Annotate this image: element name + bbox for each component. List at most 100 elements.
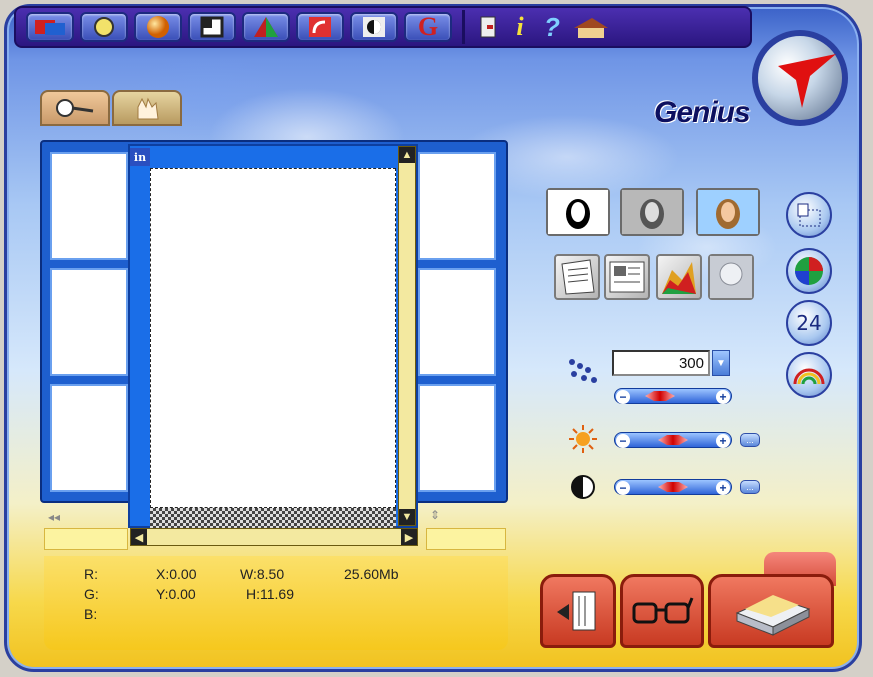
thumbnail-slot[interactable] xyxy=(418,152,496,260)
increase-icon[interactable]: + xyxy=(716,434,730,448)
preview-button[interactable] xyxy=(620,574,704,648)
triangle-button[interactable] xyxy=(242,12,290,42)
contrast-button[interactable] xyxy=(350,12,398,42)
bit-depth-label: 24 xyxy=(796,311,822,335)
brightness-icon xyxy=(569,425,597,453)
tab-zoom[interactable] xyxy=(40,90,110,126)
unit-label: in xyxy=(130,148,150,166)
color-adjust-button[interactable] xyxy=(786,248,832,294)
home-icon xyxy=(574,18,608,38)
brightness-more-button[interactable]: ... xyxy=(740,433,760,447)
vertical-scrollbar[interactable]: ▲ ▼ xyxy=(398,146,416,526)
contrast-icon xyxy=(571,475,595,499)
increase-icon[interactable]: + xyxy=(716,390,730,404)
color-photo-button[interactable] xyxy=(696,188,760,236)
scan-icon xyxy=(35,20,65,35)
settings-button[interactable] xyxy=(80,12,128,42)
scan-area-icon xyxy=(797,203,821,227)
magnifier-icon xyxy=(56,99,94,117)
contrast-slider[interactable]: − + xyxy=(614,479,732,495)
gray-photo-button[interactable] xyxy=(620,188,684,236)
info-button[interactable]: i xyxy=(507,12,533,42)
exit-door-icon xyxy=(557,591,596,631)
info-icon: i xyxy=(516,12,524,41)
scan-area-button[interactable] xyxy=(786,192,832,238)
help-icon: ? xyxy=(544,11,560,42)
preview-tabs xyxy=(40,90,182,126)
top-toolbar: G i ? xyxy=(14,6,752,48)
brightness-slider[interactable]: − + xyxy=(614,432,732,448)
resolution-slider[interactable]: − + xyxy=(614,388,732,404)
r-label: R: xyxy=(84,566,98,582)
bw-photo-button[interactable] xyxy=(546,188,610,236)
decrease-icon[interactable]: − xyxy=(616,390,630,404)
rainbow-icon xyxy=(793,368,825,385)
height-value: H:11.69 xyxy=(246,586,294,602)
x-value: X:0.00 xyxy=(156,566,197,582)
text-mode-button[interactable] xyxy=(554,254,600,300)
glasses-icon xyxy=(632,597,694,624)
width-value: W:8.50 xyxy=(240,566,285,582)
exit-button[interactable] xyxy=(475,12,501,42)
newspaper-icon xyxy=(609,261,645,293)
home-button[interactable] xyxy=(571,12,611,42)
scroll-up-arrow-icon[interactable]: ▲ xyxy=(399,147,415,163)
scroll-left-arrow-icon[interactable]: ◀ xyxy=(131,529,147,545)
slider-thumb[interactable] xyxy=(645,391,675,401)
ruler-up-down-icon: ⇕ xyxy=(430,508,441,522)
thumbnail-slot[interactable] xyxy=(418,384,496,492)
slider-thumb[interactable] xyxy=(658,435,688,445)
gray-photo-icon xyxy=(622,190,682,234)
scan-start-button[interactable] xyxy=(708,574,834,648)
frame-button[interactable] xyxy=(188,12,236,42)
exit-icon xyxy=(480,16,496,38)
y-value: Y:0.00 xyxy=(156,586,196,602)
contrast-more-button[interactable]: ... xyxy=(740,480,760,494)
thumbnail-slot[interactable] xyxy=(50,152,128,260)
increase-icon[interactable]: + xyxy=(716,481,730,495)
scan-button[interactable] xyxy=(26,12,74,42)
decrease-icon[interactable]: − xyxy=(616,434,630,448)
help-button[interactable]: ? xyxy=(539,12,565,42)
graphics-mode-button[interactable] xyxy=(656,254,702,300)
resolution-input[interactable] xyxy=(612,350,710,376)
ruler-left-right-icon: ◂◂ xyxy=(48,510,61,524)
tab-pan[interactable] xyxy=(112,90,182,126)
scan-area[interactable] xyxy=(150,168,396,508)
settings-icon xyxy=(94,17,114,37)
bw-photo-icon xyxy=(548,190,608,234)
bit-depth-button[interactable]: 24 xyxy=(786,300,832,346)
thumbnail-slot[interactable] xyxy=(50,384,128,492)
scroll-down-arrow-icon[interactable]: ▼ xyxy=(399,509,415,525)
globe-logo-icon xyxy=(752,30,848,126)
horizontal-ruler xyxy=(44,528,128,550)
file-size: 25.60Mb xyxy=(344,566,399,582)
exit-door-button[interactable] xyxy=(540,574,616,648)
triangle-icon xyxy=(254,17,278,37)
vertical-ruler xyxy=(426,528,506,550)
horizontal-scrollbar[interactable]: ◀ ▶ xyxy=(130,528,418,546)
g-button[interactable]: G xyxy=(404,12,452,42)
scanner-icon xyxy=(735,595,811,636)
resolution-icon xyxy=(569,359,597,383)
decrease-icon[interactable]: − xyxy=(616,481,630,495)
info-panel: R: G: B: X:0.00 Y:0.00 W:8.50 H:11.69 25… xyxy=(44,556,508,650)
toolbar-separator xyxy=(462,10,465,44)
sphere-icon xyxy=(147,16,169,38)
thumbnail-slot[interactable] xyxy=(50,268,128,376)
newspaper-mode-button[interactable] xyxy=(604,254,650,300)
scroll-right-arrow-icon[interactable]: ▶ xyxy=(401,529,417,545)
g-icon: G xyxy=(417,12,439,41)
thumbnail-slot[interactable] xyxy=(418,268,496,376)
text-document-icon xyxy=(561,259,595,295)
gamma-button[interactable] xyxy=(786,352,832,398)
slider-thumb[interactable] xyxy=(658,482,688,492)
rotate-button[interactable] xyxy=(296,12,344,42)
sphere-button[interactable] xyxy=(134,12,182,42)
contrast-icon xyxy=(363,17,385,37)
frame-icon xyxy=(200,16,224,38)
resolution-dropdown-button[interactable]: ▼ xyxy=(712,350,730,376)
sculpture-mode-button[interactable] xyxy=(708,254,754,300)
g-label: G: xyxy=(84,586,99,602)
hand-icon xyxy=(137,97,159,120)
